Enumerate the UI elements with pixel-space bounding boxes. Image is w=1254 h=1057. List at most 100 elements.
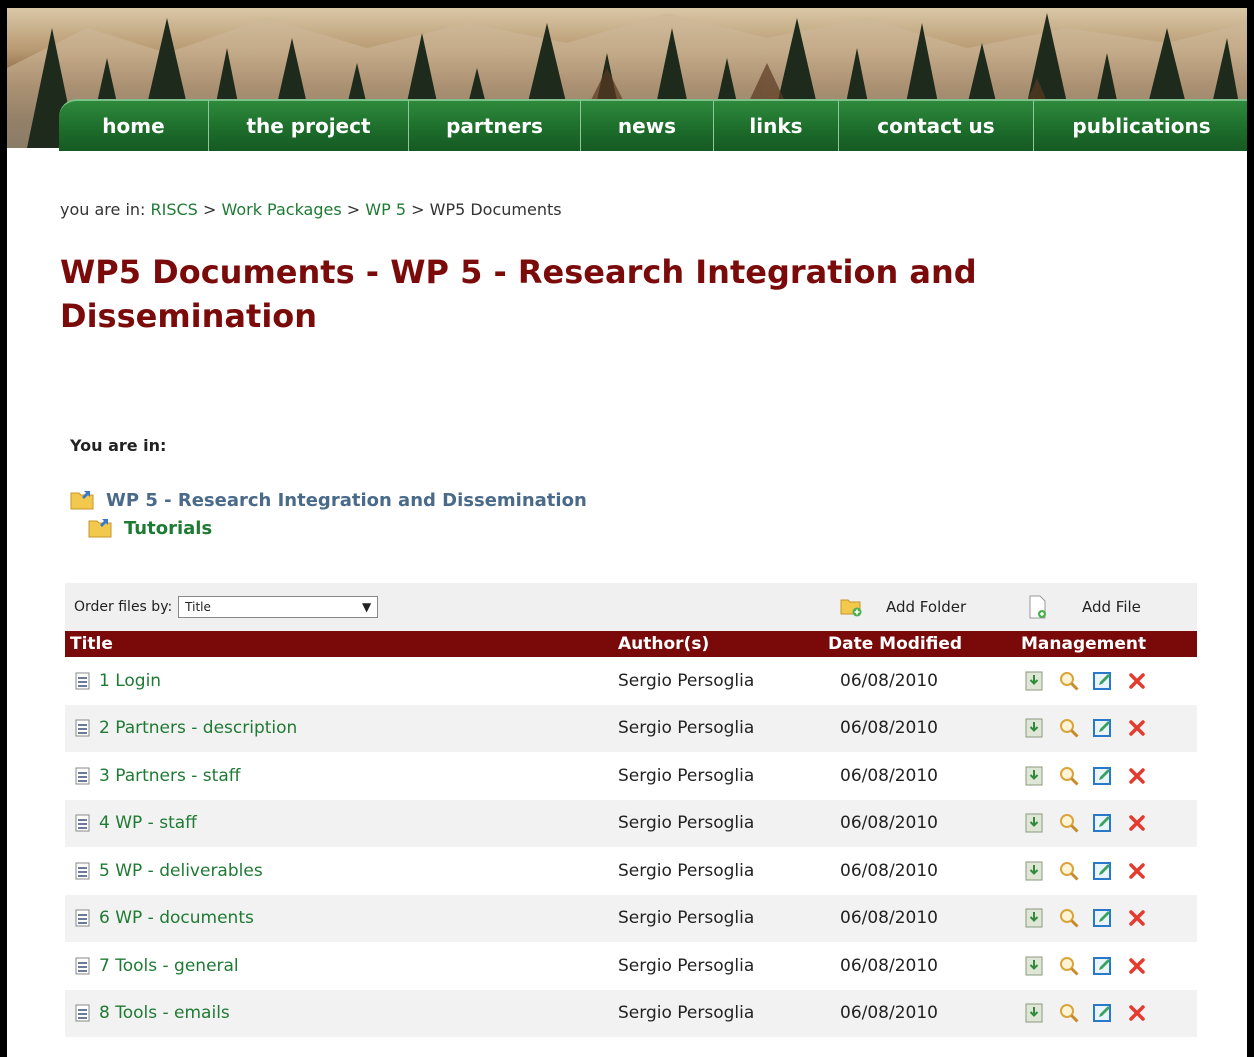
cell-title: 8 Tools - emails (65, 989, 618, 1037)
download-icon[interactable] (1023, 906, 1047, 930)
cell-management (1021, 847, 1197, 895)
document-link[interactable]: 3 Partners - staff (99, 766, 240, 786)
edit-icon[interactable] (1091, 1001, 1115, 1025)
download-icon[interactable] (1023, 859, 1047, 883)
nav-news[interactable]: news (581, 101, 714, 151)
delete-icon[interactable] (1125, 716, 1149, 740)
cell-date: 06/08/2010 (840, 860, 938, 881)
table-row: 7 Tools - general Sergio Persoglia 06/08/2… (65, 942, 1197, 990)
add-folder-button[interactable]: Add Folder (840, 597, 966, 617)
location-label: You are in: (70, 436, 167, 455)
order-select[interactable]: Title ▼ (178, 596, 379, 618)
folder-item-tutorials[interactable]: Tutorials (88, 514, 587, 542)
cell-title: 6 WP - documents (65, 894, 618, 942)
cell-author: Sergio Persoglia (618, 670, 755, 691)
download-icon[interactable] (1023, 669, 1047, 693)
edit-icon[interactable] (1091, 716, 1115, 740)
view-icon[interactable] (1057, 669, 1081, 693)
cell-title: 5 WP - deliverables (65, 847, 618, 895)
cell-title: 4 WP - staff (65, 799, 618, 847)
cell-date: 06/08/2010 (840, 955, 938, 976)
delete-icon[interactable] (1125, 859, 1149, 883)
cell-author: Sergio Persoglia (618, 955, 755, 976)
document-link[interactable]: 7 Tools - general (99, 956, 239, 976)
document-link[interactable]: 6 WP - documents (99, 908, 254, 928)
download-icon[interactable] (1023, 1001, 1047, 1025)
document-icon (75, 957, 91, 975)
main-nav: home the project partners news links con… (59, 99, 1247, 151)
nav-publications[interactable]: publications (1034, 101, 1247, 151)
header-title[interactable]: Title (65, 631, 618, 657)
cell-date: 06/08/2010 (828, 799, 1021, 847)
page-title: WP5 Documents - WP 5 - Research Integrat… (60, 253, 977, 335)
breadcrumb-separator: > (202, 200, 217, 219)
delete-icon[interactable] (1125, 764, 1149, 788)
nav-contact-us[interactable]: contact us (839, 101, 1034, 151)
folder-label[interactable]: WP 5 - Research Integration and Dissemin… (106, 490, 587, 511)
breadcrumb-wp5[interactable]: WP 5 (365, 200, 406, 219)
delete-icon[interactable] (1125, 906, 1149, 930)
download-icon[interactable] (1023, 811, 1047, 835)
delete-icon[interactable] (1125, 1001, 1149, 1025)
document-link[interactable]: 8 Tools - emails (99, 1003, 230, 1023)
cell-title: 7 Tools - general (65, 942, 618, 990)
dropdown-arrow-icon: ▼ (361, 600, 372, 614)
table-row: 1 Login Sergio Persoglia 06/08/2010 (65, 657, 1197, 705)
table-row: 3 Partners - staff Sergio Persoglia 06/08/… (65, 752, 1197, 800)
order-label: Order files by: (74, 599, 173, 615)
delete-icon[interactable] (1125, 669, 1149, 693)
nav-partners[interactable]: partners (409, 101, 581, 151)
folder-item-wp5[interactable]: WP 5 - Research Integration and Dissemin… (70, 486, 587, 514)
view-icon[interactable] (1057, 859, 1081, 883)
table-row: 5 WP - deliverables Sergio Persoglia 06/08… (65, 847, 1197, 895)
nav-links[interactable]: links (714, 101, 839, 151)
edit-icon[interactable] (1091, 859, 1115, 883)
view-icon[interactable] (1057, 954, 1081, 978)
cell-date: 06/08/2010 (828, 704, 1021, 752)
cell-author: Sergio Persoglia (618, 704, 828, 752)
document-link[interactable]: 5 WP - deliverables (99, 861, 263, 881)
edit-icon[interactable] (1091, 764, 1115, 788)
nav-the-project[interactable]: the project (209, 101, 409, 151)
edit-icon[interactable] (1091, 811, 1115, 835)
edit-icon[interactable] (1091, 906, 1115, 930)
cell-author: Sergio Persoglia (618, 860, 755, 881)
download-icon[interactable] (1023, 954, 1047, 978)
edit-icon[interactable] (1091, 669, 1115, 693)
download-icon[interactable] (1023, 764, 1047, 788)
document-link[interactable]: 4 WP - staff (99, 813, 197, 833)
view-icon[interactable] (1057, 811, 1081, 835)
cell-management (1021, 942, 1197, 990)
cell-management (1021, 989, 1197, 1037)
add-file-button[interactable]: Add File (1028, 595, 1141, 619)
download-icon[interactable] (1023, 716, 1047, 740)
add-folder-label: Add Folder (886, 598, 967, 616)
document-icon (75, 814, 91, 832)
header-date[interactable]: Date Modified (828, 631, 1021, 657)
add-folder-icon (840, 599, 862, 617)
cell-author: Sergio Persoglia (618, 894, 828, 942)
breadcrumb-riscs[interactable]: RISCS (151, 200, 198, 219)
document-link[interactable]: 2 Partners - description (99, 718, 297, 738)
cell-date: 06/08/2010 (840, 765, 938, 786)
cell-management (1021, 894, 1197, 942)
add-file-label: Add File (1082, 598, 1141, 616)
view-icon[interactable] (1057, 906, 1081, 930)
document-link[interactable]: 1 Login (99, 671, 161, 691)
view-icon[interactable] (1057, 716, 1081, 740)
edit-icon[interactable] (1091, 954, 1115, 978)
table-row: 6 WP - documents Sergio Persoglia 06/08/20… (65, 894, 1197, 942)
documents-table: Title Author(s) Date Modified Management… (65, 631, 1197, 1037)
delete-icon[interactable] (1125, 954, 1149, 978)
breadcrumb-prefix: you are in: (60, 200, 146, 219)
breadcrumb-work-packages[interactable]: Work Packages (221, 200, 341, 219)
delete-icon[interactable] (1125, 811, 1149, 835)
table-row: 4 WP - staff Sergio Persoglia 06/08/2010 (65, 799, 1197, 847)
cell-author: Sergio Persoglia (618, 989, 828, 1037)
subfolder-label[interactable]: Tutorials (124, 518, 212, 539)
nav-home[interactable]: home (59, 101, 209, 151)
view-icon[interactable] (1057, 764, 1081, 788)
header-author[interactable]: Author(s) (618, 631, 828, 657)
view-icon[interactable] (1057, 1001, 1081, 1025)
folder-icon (88, 517, 116, 539)
